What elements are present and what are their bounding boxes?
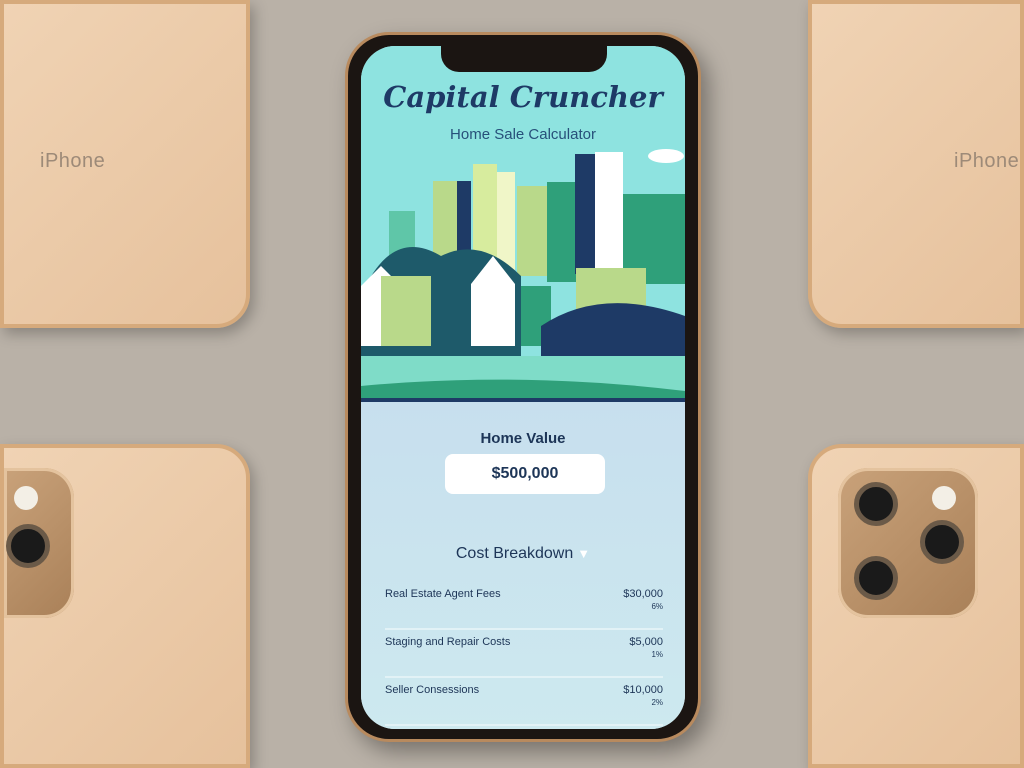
iphone-label: iPhone bbox=[40, 150, 106, 172]
cost-row: Staging and Repair Costs $5,000 1% bbox=[385, 630, 663, 678]
cost-amount: $5,000 bbox=[629, 636, 663, 648]
cost-breakdown-toggle[interactable]: Cost Breakdown ▼ bbox=[361, 545, 685, 563]
cost-amount: $30,000 bbox=[623, 588, 663, 600]
cost-percent: 1% bbox=[651, 650, 663, 659]
home-value-input[interactable]: $500,000 bbox=[445, 454, 605, 494]
chevron-down-icon: ▼ bbox=[577, 546, 591, 561]
calculator-panel: Home Value $500,000 Cost Breakdown ▼ Real… bbox=[361, 402, 685, 729]
flash-icon bbox=[932, 486, 956, 510]
cost-percent: 6% bbox=[651, 602, 663, 611]
camera-lens-icon bbox=[6, 524, 50, 568]
cost-amount: $10,000 bbox=[623, 684, 663, 696]
cost-name: Seller Consessions bbox=[385, 684, 480, 696]
background-phone-top-left: iPhone bbox=[0, 0, 250, 328]
cost-percent: 2% bbox=[651, 698, 663, 707]
iphone-label: iPhone bbox=[954, 150, 1020, 172]
camera-lens-icon bbox=[854, 556, 898, 600]
camera-module bbox=[4, 468, 74, 618]
camera-lens-icon bbox=[854, 482, 898, 526]
main-phone: Capital Cruncher Home Sale Calculator Ho… bbox=[345, 32, 701, 742]
app-screen: Capital Cruncher Home Sale Calculator Ho… bbox=[361, 46, 685, 729]
cost-name: Real Estate Agent Fees bbox=[385, 588, 501, 600]
cost-name: Staging and Repair Costs bbox=[385, 636, 511, 648]
home-value-label: Home Value bbox=[480, 430, 566, 447]
camera-lens-icon bbox=[920, 520, 964, 564]
background-phone-bottom-left bbox=[0, 444, 250, 768]
cost-row: Real Estate Agent Fees $30,000 6% bbox=[385, 582, 663, 630]
city-illustration bbox=[361, 149, 685, 402]
cost-breakdown-title: Cost Breakdown bbox=[455, 545, 574, 562]
cost-row: Seller Consessions $10,000 2% bbox=[385, 678, 663, 726]
camera-module bbox=[838, 468, 978, 618]
flash-icon bbox=[14, 486, 38, 510]
background-phone-top-right: iPhone bbox=[808, 0, 1024, 328]
notch bbox=[441, 46, 607, 72]
background-phone-bottom-right bbox=[808, 444, 1024, 768]
hero-banner: Capital Cruncher Home Sale Calculator bbox=[361, 46, 685, 402]
